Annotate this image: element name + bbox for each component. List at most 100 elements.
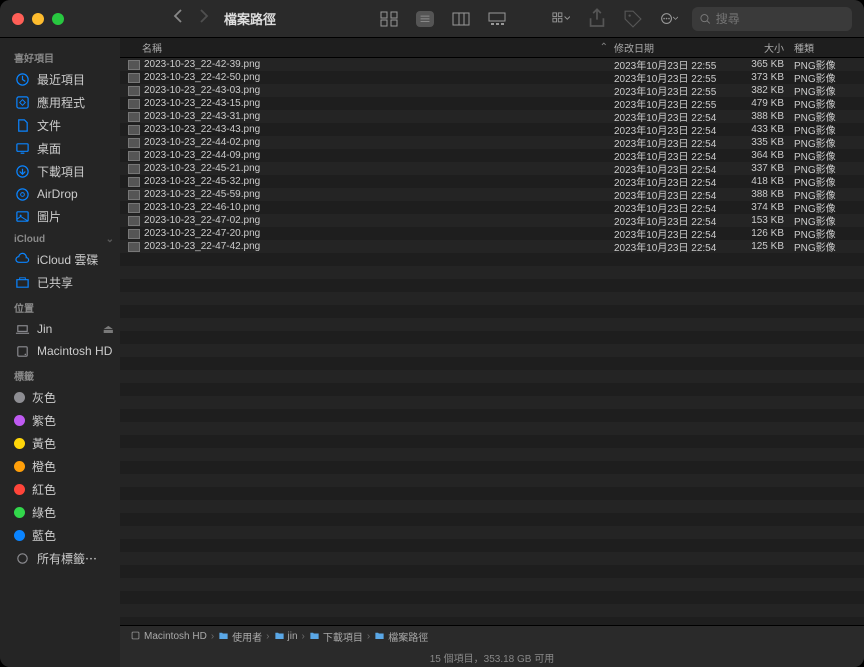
file-row[interactable]: 2023-10-23_22-47-02.png2023年10月23日 22:54…	[120, 214, 864, 227]
nav-back-button[interactable]	[172, 9, 184, 28]
empty-row	[120, 357, 864, 370]
traffic-lights	[12, 13, 64, 25]
file-name: 2023-10-23_22-43-15.png	[144, 98, 260, 109]
file-name: 2023-10-23_22-45-32.png	[144, 176, 260, 187]
empty-row	[120, 526, 864, 539]
path-segment[interactable]: jin	[274, 630, 298, 644]
tag-button[interactable]	[624, 11, 642, 27]
file-list[interactable]: 2023-10-23_22-42-39.png2023年10月23日 22:55…	[120, 58, 864, 625]
sidebar-item[interactable]: 紅色	[8, 478, 120, 501]
empty-row	[120, 396, 864, 409]
nav-forward-button[interactable]	[198, 9, 210, 28]
close-button[interactable]	[12, 13, 24, 25]
view-list-button[interactable]	[416, 11, 434, 27]
col-header-date[interactable]: 修改日期	[614, 38, 734, 57]
sidebar-section-header: iCloud⌄	[8, 228, 120, 248]
search-field[interactable]	[692, 7, 852, 31]
sidebar-item[interactable]: 文件	[8, 114, 120, 137]
download-icon	[14, 164, 30, 180]
airdrop-icon	[14, 186, 30, 202]
sidebar-item[interactable]: 應用程式	[8, 91, 120, 114]
minimize-button[interactable]	[32, 13, 44, 25]
sidebar-item[interactable]: AirDrop	[8, 183, 120, 205]
share-button[interactable]	[588, 11, 606, 27]
file-row[interactable]: 2023-10-23_22-44-02.png2023年10月23日 22:54…	[120, 136, 864, 149]
sidebar-item[interactable]: 桌面	[8, 137, 120, 160]
sidebar-item[interactable]: 圖片	[8, 205, 120, 228]
file-name: 2023-10-23_22-47-02.png	[144, 215, 260, 226]
sidebar-item[interactable]: iCloud 雲碟	[8, 248, 120, 271]
empty-row	[120, 435, 864, 448]
folder-icon	[130, 630, 141, 644]
col-header-name[interactable]: 名稱⌃	[120, 38, 614, 57]
cloud-icon	[14, 252, 30, 268]
view-gallery-button[interactable]	[488, 11, 506, 27]
sidebar-item[interactable]: 橙色	[8, 455, 120, 478]
sidebar-item[interactable]: Jin ⏏	[8, 318, 120, 340]
column-headers: 名稱⌃ 修改日期 大小 種類	[120, 38, 864, 58]
sidebar-item[interactable]: 已共享	[8, 271, 120, 294]
file-row[interactable]: 2023-10-23_22-42-50.png2023年10月23日 22:55…	[120, 71, 864, 84]
path-segment[interactable]: Macintosh HD	[130, 630, 207, 644]
view-icons-button[interactable]	[380, 11, 398, 27]
file-size: 374 KB	[734, 202, 794, 213]
view-columns-button[interactable]	[452, 11, 470, 27]
path-segment[interactable]: 使用者	[218, 629, 262, 644]
window-title: 檔案路徑	[224, 9, 276, 28]
sidebar-item[interactable]: Macintosh HD	[8, 340, 120, 362]
sidebar-item[interactable]: 黃色	[8, 432, 120, 455]
file-row[interactable]: 2023-10-23_22-44-09.png2023年10月23日 22:54…	[120, 149, 864, 162]
sidebar-item-label: 橙色	[32, 458, 56, 475]
sidebar-item[interactable]: 灰色	[8, 386, 120, 409]
empty-row	[120, 409, 864, 422]
action-button[interactable]	[660, 11, 678, 27]
file-row[interactable]: 2023-10-23_22-47-42.png2023年10月23日 22:54…	[120, 240, 864, 253]
sidebar-item-label: iCloud 雲碟	[37, 251, 98, 268]
sidebar-item[interactable]: 綠色	[8, 501, 120, 524]
file-row[interactable]: 2023-10-23_22-43-15.png2023年10月23日 22:55…	[120, 97, 864, 110]
file-size: 337 KB	[734, 163, 794, 174]
empty-row	[120, 591, 864, 604]
file-icon	[128, 112, 140, 122]
file-row[interactable]: 2023-10-23_22-42-39.png2023年10月23日 22:55…	[120, 58, 864, 71]
file-icon	[128, 190, 140, 200]
sidebar-item-label: Jin	[37, 322, 52, 336]
file-row[interactable]: 2023-10-23_22-43-03.png2023年10月23日 22:55…	[120, 84, 864, 97]
file-name: 2023-10-23_22-45-21.png	[144, 163, 260, 174]
sidebar-item[interactable]: 藍色	[8, 524, 120, 547]
path-segment[interactable]: 下載項目	[309, 629, 363, 644]
file-row[interactable]: 2023-10-23_22-46-10.png2023年10月23日 22:54…	[120, 201, 864, 214]
empty-row	[120, 279, 864, 292]
file-row[interactable]: 2023-10-23_22-45-21.png2023年10月23日 22:54…	[120, 162, 864, 175]
empty-row	[120, 461, 864, 474]
sidebar-item[interactable]: 紫色	[8, 409, 120, 432]
file-size: 335 KB	[734, 137, 794, 148]
path-segment[interactable]: 檔案路徑	[374, 629, 428, 644]
file-row[interactable]: 2023-10-23_22-43-43.png2023年10月23日 22:54…	[120, 123, 864, 136]
sidebar-item-label: 綠色	[32, 504, 56, 521]
eject-icon[interactable]: ⏏	[103, 322, 114, 336]
sidebar-item[interactable]: 所有標籤⋯	[8, 547, 120, 570]
group-by-button[interactable]	[552, 11, 570, 27]
file-row[interactable]: 2023-10-23_22-47-20.png2023年10月23日 22:54…	[120, 227, 864, 240]
file-row[interactable]: 2023-10-23_22-43-31.png2023年10月23日 22:54…	[120, 110, 864, 123]
maximize-button[interactable]	[52, 13, 64, 25]
search-input[interactable]	[716, 12, 844, 26]
sort-ascending-icon: ⌃	[600, 42, 608, 53]
sidebar-item[interactable]: 下載項目	[8, 160, 120, 183]
file-size: 388 KB	[734, 111, 794, 122]
sidebar-section-header: 位置	[8, 294, 120, 318]
chevron-down-icon[interactable]: ⌄	[106, 234, 114, 245]
sidebar-item[interactable]: 最近項目	[8, 68, 120, 91]
status-bar: 15 個項目，353.18 GB 可用	[120, 647, 864, 667]
file-row[interactable]: 2023-10-23_22-45-32.png2023年10月23日 22:54…	[120, 175, 864, 188]
main-pane: 名稱⌃ 修改日期 大小 種類 2023-10-23_22-42-39.png20…	[120, 38, 864, 667]
file-icon	[128, 203, 140, 213]
file-row[interactable]: 2023-10-23_22-45-59.png2023年10月23日 22:54…	[120, 188, 864, 201]
sidebar-item-label: 藍色	[32, 527, 56, 544]
col-header-size[interactable]: 大小	[734, 38, 794, 57]
tag-dot-icon	[14, 530, 25, 541]
empty-row	[120, 539, 864, 552]
col-header-kind[interactable]: 種類	[794, 38, 864, 57]
empty-row	[120, 474, 864, 487]
